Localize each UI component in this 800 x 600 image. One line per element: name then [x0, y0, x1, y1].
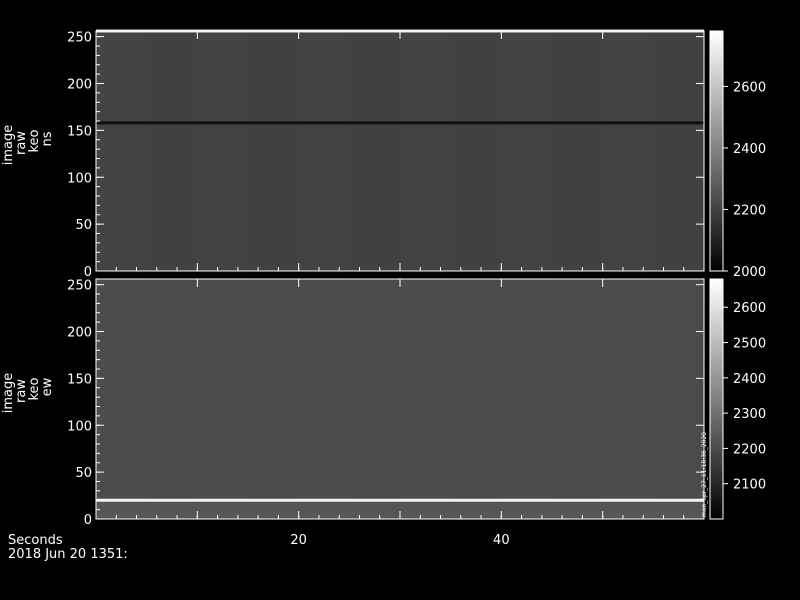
colorbar-tick-label: 2100 — [733, 478, 766, 493]
colorbar-tick-label: 2200 — [733, 442, 766, 457]
x-tick-label: 20 — [290, 533, 307, 548]
x-axis-label: Seconds — [8, 533, 63, 548]
colorbar-tick-label: 2600 — [733, 80, 766, 95]
y-tick-label: 150 — [67, 124, 92, 139]
colorbar — [710, 279, 723, 519]
colorbar-side-label: mon_apr_27_11:18:36_2020 — [701, 432, 708, 517]
image-shading-band — [603, 31, 654, 271]
image-shading-band — [197, 279, 248, 519]
date-label: 2018 Jun 20 1351: — [8, 547, 128, 562]
image-shading-band — [96, 279, 147, 519]
y-tick-label: 50 — [75, 466, 92, 481]
y-axis-label-word: ns — [40, 131, 55, 146]
image-shading-band — [501, 279, 552, 519]
y-axis-label-word: ew — [40, 377, 55, 396]
y-tick-label: 200 — [67, 78, 92, 93]
dark-row — [96, 121, 704, 125]
panel-2: 050100150200250imagerawkeoew210022002300… — [1, 278, 766, 528]
y-tick-label: 150 — [67, 372, 92, 387]
y-tick-label: 50 — [75, 218, 92, 233]
image-shading-band — [96, 31, 147, 271]
image-shading-band — [400, 31, 451, 271]
colorbar-tick-label: 2200 — [733, 203, 766, 218]
y-tick-label: 0 — [84, 513, 92, 528]
colorbar-tick-label: 2600 — [733, 301, 766, 316]
x-tick-label: 40 — [493, 533, 510, 548]
y-tick-label: 100 — [67, 171, 92, 186]
colorbar-tick-label: 2400 — [733, 372, 766, 387]
bright-row — [96, 498, 704, 502]
image-shading-band — [603, 279, 654, 519]
y-tick-label: 250 — [67, 279, 92, 294]
image-shading-band — [299, 31, 350, 271]
colorbar-tick-label: 2000 — [733, 265, 766, 280]
image-shading-band — [400, 279, 451, 519]
colorbar — [710, 31, 723, 271]
colorbar-tick-label: 2500 — [733, 337, 766, 352]
keogram-figure: 050100150200250imagerawkeons200022002400… — [1, 29, 766, 562]
y-tick-label: 200 — [67, 326, 92, 341]
image-shading-band — [501, 31, 552, 271]
panel-1: 050100150200250imagerawkeons200022002400… — [1, 29, 766, 280]
image-shading-band — [299, 279, 350, 519]
colorbar-tick-label: 2300 — [733, 407, 766, 422]
y-tick-label: 100 — [67, 419, 92, 434]
colorbar-tick-label: 2400 — [733, 142, 766, 157]
image-shading-band — [197, 31, 248, 271]
y-tick-label: 250 — [67, 31, 92, 46]
